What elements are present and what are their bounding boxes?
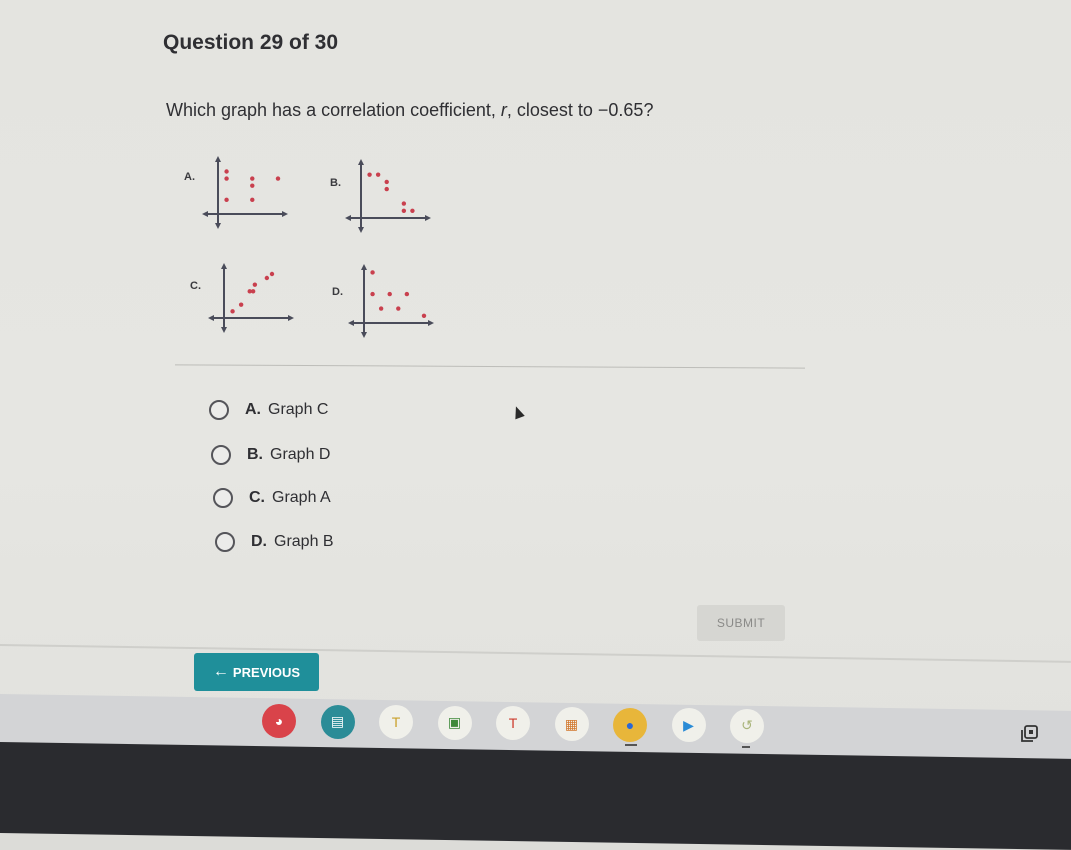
choice-a[interactable]: A. Graph C [209, 400, 328, 420]
window-overview-icon[interactable] [1020, 725, 1038, 743]
graph-d [348, 264, 434, 338]
mouse-cursor-icon [511, 404, 525, 420]
graph-c-label: C. [190, 280, 201, 292]
divider [175, 364, 805, 369]
footer-divider [0, 644, 1071, 663]
x-axis-arrow-left [345, 215, 351, 221]
radio-button[interactable] [213, 488, 233, 508]
y-axis-arrow-down [215, 223, 221, 229]
chrome-icon[interactable]: ● [613, 707, 647, 742]
choice-text: Graph A [272, 489, 331, 506]
x-axis-arrow-left [208, 315, 214, 321]
y-axis-arrow-up [361, 264, 367, 270]
radio-button[interactable] [211, 445, 231, 465]
data-point [250, 176, 255, 181]
y-axis-arrow-down [358, 227, 364, 233]
submit-button[interactable]: SUBMIT [697, 605, 785, 641]
data-point [367, 172, 372, 177]
card-app-icon[interactable]: ▤ [320, 704, 355, 739]
radio-button[interactable] [209, 400, 229, 420]
data-point [378, 306, 384, 311]
x-axis-arrow-right [428, 320, 434, 326]
choice-letter: C. [249, 489, 265, 506]
data-point [421, 313, 427, 318]
assistant-running-indicator [742, 746, 750, 748]
y-axis-arrow-up [215, 156, 221, 162]
data-point [264, 275, 270, 281]
screen: Question 29 of 30 Which graph has a corr… [0, 0, 1071, 745]
choice-b[interactable]: B. Graph D [211, 445, 330, 465]
classroom-icon[interactable]: ▣ [437, 705, 472, 740]
data-point [269, 271, 275, 277]
chrome-running-indicator [625, 744, 637, 746]
data-point [275, 176, 281, 181]
data-point [384, 179, 389, 185]
data-point [230, 309, 235, 314]
data-point [384, 186, 389, 192]
graph-a-label: A. [184, 171, 195, 183]
choice-letter: D. [251, 533, 267, 550]
yellow-app-icon[interactable]: T [379, 705, 413, 740]
data-point [250, 289, 256, 294]
data-point [375, 172, 381, 177]
graph-d-label: D. [332, 286, 343, 298]
choice-text: Graph B [274, 533, 334, 550]
graph-c [208, 263, 294, 333]
data-point [224, 197, 229, 203]
x-axis-arrow-right [425, 215, 431, 221]
choice-text: Graph C [268, 401, 329, 418]
x-axis-arrow-left [348, 320, 354, 326]
assistant-app-icon[interactable]: ↺ [730, 708, 764, 743]
x-axis-arrow-right [288, 315, 294, 321]
data-point [224, 176, 229, 181]
y-axis-arrow-up [221, 263, 227, 269]
choice-d[interactable]: D. Graph B [215, 532, 334, 552]
x-axis-arrow-left [202, 211, 208, 217]
data-point [370, 270, 375, 275]
data-point [404, 291, 410, 297]
data-point [387, 291, 392, 297]
x-axis-arrow-right [282, 211, 288, 217]
data-point [252, 282, 258, 287]
question-counter: Question 29 of 30 [163, 31, 339, 54]
data-point [370, 291, 375, 297]
data-point [224, 169, 229, 174]
choice-letter: A. [245, 401, 261, 418]
y-axis-arrow-down [221, 327, 227, 333]
question-text: Which graph has a correlation coefficien… [166, 100, 653, 121]
choice-text: Graph D [270, 446, 331, 463]
question-text-before: Which graph has a correlation coefficien… [166, 100, 501, 120]
y-axis-arrow-down [361, 332, 367, 338]
choice-letter: B. [247, 446, 263, 463]
play-store-icon[interactable]: ▶ [671, 708, 706, 743]
data-point [238, 302, 244, 307]
laptop-bezel [0, 742, 1071, 850]
data-point [250, 183, 255, 188]
arrow-left-icon: ← [212, 663, 229, 680]
previous-button[interactable]: ← PREVIOUS [194, 653, 319, 691]
graph-b [345, 159, 431, 233]
data-point [401, 208, 407, 213]
data-point [401, 201, 407, 206]
choice-c[interactable]: C. Graph A [213, 488, 331, 508]
data-point [410, 208, 415, 213]
previous-label: PREVIOUS [232, 664, 301, 680]
question-text-after: , closest to −0.65? [506, 100, 654, 120]
data-point [250, 197, 255, 203]
data-point [396, 306, 401, 311]
y-axis-arrow-up [358, 159, 364, 165]
canvas-app-icon[interactable]: ◕ [262, 704, 296, 738]
graph-a [202, 156, 288, 229]
radio-button[interactable] [215, 532, 235, 552]
graph-b-label: B. [330, 177, 341, 189]
grid-app-icon[interactable]: ▦ [554, 707, 589, 741]
